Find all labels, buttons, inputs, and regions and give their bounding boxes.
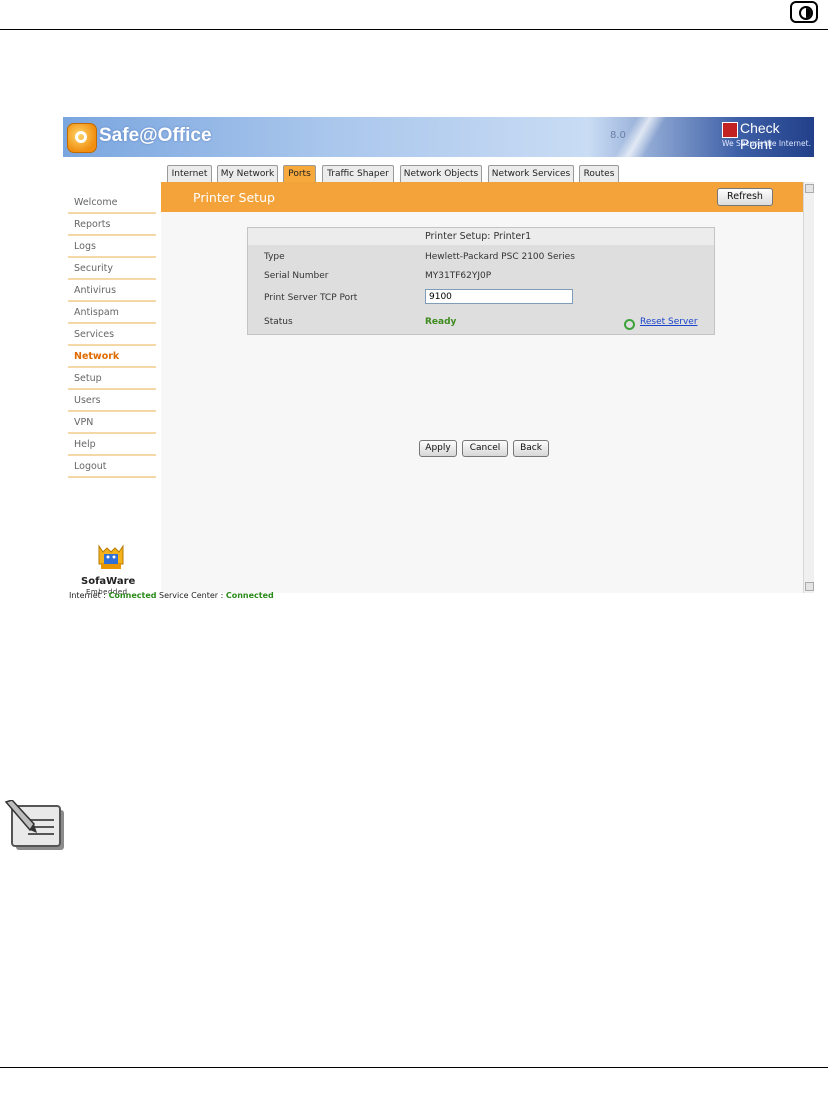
footer-rule xyxy=(0,1067,828,1068)
tab-ports[interactable]: Ports xyxy=(283,165,316,182)
sidebar-item-setup[interactable]: Setup xyxy=(68,369,156,390)
cancel-button[interactable]: Cancel xyxy=(462,440,508,457)
printer-setup-panel: Printer Setup: Printer1 Type Hewlett-Pac… xyxy=(247,227,715,335)
service-center-value: Connected xyxy=(225,591,274,600)
page-title: Printer Setup xyxy=(193,190,275,205)
tcp-port-input[interactable]: 9100 xyxy=(425,289,573,304)
panel-title: Printer Setup: Printer1 xyxy=(425,231,532,242)
sofaware-mascot-icon xyxy=(98,544,124,569)
internet-status-label: Internet : xyxy=(69,591,107,600)
tab-internet[interactable]: Internet xyxy=(167,165,212,182)
reset-server-link[interactable]: Reset Server xyxy=(640,317,698,327)
sidebar-item-welcome[interactable]: Welcome xyxy=(68,193,156,214)
status-label: Status xyxy=(264,317,293,327)
version-label: 8.0 xyxy=(610,130,626,141)
sidebar-item-help[interactable]: Help xyxy=(68,435,156,456)
sidebar-item-antivirus[interactable]: Antivirus xyxy=(68,281,156,302)
check-point-logo-icon xyxy=(722,122,738,138)
sidebar-item-users[interactable]: Users xyxy=(68,391,156,412)
note-pencil-icon xyxy=(4,800,64,850)
header-rule xyxy=(0,29,828,30)
vendor-tagline: We Secure the Internet. xyxy=(722,139,812,148)
service-center-label: Service Center : xyxy=(159,591,224,600)
serial-number-label: Serial Number xyxy=(264,271,329,281)
refresh-button[interactable]: Refresh xyxy=(717,188,773,206)
panel-header: Printer Setup: Printer1 xyxy=(248,228,714,245)
scroll-up-icon[interactable] xyxy=(805,184,814,193)
sofaware-name: SofaWare xyxy=(81,576,136,587)
tab-network-services[interactable]: Network Services xyxy=(488,165,574,182)
internet-status-value: Connected xyxy=(108,591,157,600)
type-value: Hewlett-Packard PSC 2100 Series xyxy=(425,252,575,262)
sidebar-item-services[interactable]: Services xyxy=(68,325,156,346)
sidebar-item-vpn[interactable]: VPN xyxy=(68,413,156,434)
sidebar-item-security[interactable]: Security xyxy=(68,259,156,280)
serial-number-value: MY31TF62YJ0P xyxy=(425,271,492,281)
app-title: Safe@Office xyxy=(99,125,212,146)
tcp-port-label: Print Server TCP Port xyxy=(264,293,358,303)
sidebar-item-logs[interactable]: Logs xyxy=(68,237,156,258)
status-bar: Internet : Connected Service Center : Co… xyxy=(63,588,814,603)
tab-network-objects[interactable]: Network Objects xyxy=(400,165,482,182)
vertical-scrollbar[interactable] xyxy=(803,182,814,593)
safe-office-logo-icon xyxy=(67,123,97,153)
back-button[interactable]: Back xyxy=(513,440,549,457)
chapter-icon xyxy=(790,1,818,23)
sidebar: Welcome Reports Logs Security Antivirus … xyxy=(63,157,161,596)
status-value: Ready xyxy=(425,317,457,327)
apply-button[interactable]: Apply xyxy=(419,440,457,457)
sidebar-item-reports[interactable]: Reports xyxy=(68,215,156,236)
tab-traffic-shaper[interactable]: Traffic Shaper xyxy=(322,165,394,182)
main-content: Printer Setup Refresh Printer Setup: Pri… xyxy=(161,182,803,593)
type-label: Type xyxy=(264,252,285,262)
sidebar-item-network[interactable]: Network xyxy=(68,347,156,368)
refresh-arrows-icon[interactable] xyxy=(624,319,635,330)
sidebar-item-antispam[interactable]: Antispam xyxy=(68,303,156,324)
title-bar: Safe@Office 8.0 Check Point We Secure th… xyxy=(63,117,814,157)
tab-my-network[interactable]: My Network xyxy=(217,165,278,182)
tab-routes[interactable]: Routes xyxy=(579,165,619,182)
page-header-band: Printer Setup Refresh xyxy=(161,182,803,212)
sidebar-item-logout[interactable]: Logout xyxy=(68,457,156,478)
app-window: Safe@Office 8.0 Check Point We Secure th… xyxy=(63,117,814,603)
